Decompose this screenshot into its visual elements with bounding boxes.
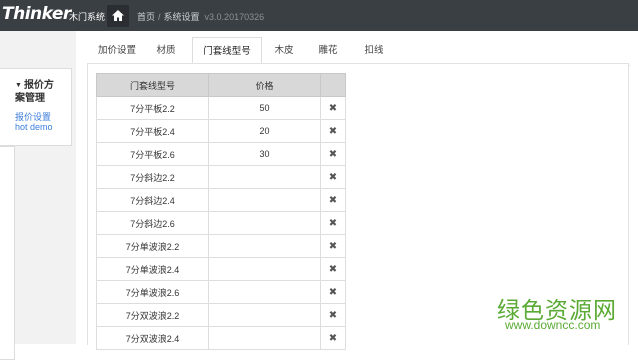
sidebar: ▼ 报价方 案管理 报价设置 hot demo [0, 31, 76, 360]
breadcrumb-current[interactable]: 系统设置 [164, 12, 200, 22]
caret-down-icon: ▼ [15, 82, 22, 89]
close-icon: ✖ [328, 125, 338, 137]
column-header-model: 门套线型号 [96, 73, 209, 97]
home-icon [112, 10, 124, 21]
delete-row-button[interactable]: ✖ [320, 142, 346, 166]
cell-price[interactable]: 50 [208, 96, 321, 120]
sidebar-lower-panel [0, 146, 15, 360]
cell-price[interactable] [208, 234, 321, 258]
table-row: 7分单波浪2.6 ✖ [96, 280, 346, 304]
system-name: 木门系统 [69, 12, 106, 22]
cell-price[interactable]: 30 [208, 142, 321, 166]
version-label: v3.0.20170326 [204, 12, 265, 22]
cell-price[interactable]: 20 [208, 119, 321, 143]
table-row: 7分平板2.2 50 ✖ [96, 96, 346, 120]
cell-model[interactable]: 7分平板2.6 [96, 142, 209, 166]
table-row: 7分单波浪2.4 ✖ [96, 257, 346, 281]
cell-price[interactable] [208, 188, 321, 212]
tab-material[interactable]: 材质 [146, 37, 186, 65]
tab-veneer[interactable]: 木皮 [266, 37, 302, 65]
delete-row-button[interactable]: ✖ [320, 234, 346, 258]
cell-model[interactable]: 7分斜边2.4 [96, 188, 209, 212]
cell-model[interactable]: 7分斜边2.6 [96, 211, 209, 235]
table-row: 7分双波浪2.2 ✖ [96, 303, 346, 327]
delete-row-button[interactable]: ✖ [320, 303, 346, 327]
breadcrumb-separator: / [158, 12, 161, 22]
delete-row-button[interactable]: ✖ [320, 257, 346, 281]
close-icon: ✖ [328, 309, 338, 321]
close-icon: ✖ [328, 217, 338, 229]
close-icon: ✖ [328, 263, 338, 275]
table-row: 7分斜边2.2 ✖ [96, 165, 346, 189]
close-icon: ✖ [328, 240, 338, 252]
close-icon: ✖ [328, 148, 338, 160]
cell-model[interactable]: 7分双波浪2.2 [96, 303, 209, 327]
table-row: 7分平板2.6 30 ✖ [96, 142, 346, 166]
delete-row-button[interactable]: ✖ [320, 280, 346, 304]
column-header-spacer [320, 73, 346, 97]
cell-model[interactable]: 7分斜边2.2 [96, 165, 209, 189]
cell-price[interactable] [208, 280, 321, 304]
tab-markup-settings[interactable]: 加价设置 [92, 37, 142, 65]
watermark-url: www.downcc.com [505, 318, 601, 332]
cell-price[interactable] [208, 211, 321, 235]
delete-row-button[interactable]: ✖ [320, 211, 346, 235]
delete-row-button[interactable]: ✖ [320, 96, 346, 120]
sidebar-group-title-line2: 案管理 [15, 93, 45, 104]
cell-model[interactable]: 7分单波浪2.6 [96, 280, 209, 304]
top-navbar: Thinker 木门系统 首页 / 系统设置 v3.0.20170326 [0, 0, 638, 31]
delete-row-button[interactable]: ✖ [320, 165, 346, 189]
delete-row-button[interactable]: ✖ [320, 119, 346, 143]
close-icon: ✖ [328, 102, 338, 114]
table-row: 7分平板2.4 20 ✖ [96, 119, 346, 143]
tab-bar: 加价设置 材质 门套线型号 木皮 雕花 扣线 [90, 37, 630, 67]
door-trim-table: 门套线型号 价格 7分平板2.2 50 ✖ 7分平板2.4 20 ✖ 7分平板2.6 30 ✖ 7… [96, 73, 346, 350]
cell-model[interactable]: 7分平板2.2 [96, 96, 209, 120]
sidebar-item-hot-demo[interactable]: hot demo [15, 122, 53, 132]
sidebar-menu-panel: ▼ 报价方 案管理 报价设置 hot demo [0, 68, 72, 146]
table-row: 7分双波浪2.4 ✖ [96, 326, 346, 350]
cell-price[interactable] [208, 303, 321, 327]
close-icon: ✖ [328, 286, 338, 298]
close-icon: ✖ [328, 194, 338, 206]
brand-logo[interactable]: Thinker [2, 4, 71, 24]
table-row: 7分单波浪2.2 ✖ [96, 234, 346, 258]
cell-model[interactable]: 7分单波浪2.4 [96, 257, 209, 281]
table-row: 7分斜边2.4 ✖ [96, 188, 346, 212]
cell-price[interactable] [208, 326, 321, 350]
close-icon: ✖ [328, 332, 338, 344]
cell-model[interactable]: 7分单波浪2.2 [96, 234, 209, 258]
tab-carving[interactable]: 雕花 [308, 37, 348, 65]
cell-price[interactable] [208, 165, 321, 189]
table-row: 7分斜边2.6 ✖ [96, 211, 346, 235]
delete-row-button[interactable]: ✖ [320, 326, 346, 350]
breadcrumb-home[interactable]: 首页 [137, 12, 155, 22]
tab-trim-line[interactable]: 扣线 [354, 37, 394, 65]
cell-model[interactable]: 7分平板2.4 [96, 119, 209, 143]
cell-model[interactable]: 7分双波浪2.4 [96, 326, 209, 350]
home-button[interactable] [107, 5, 129, 27]
delete-row-button[interactable]: ✖ [320, 188, 346, 212]
close-icon: ✖ [328, 171, 338, 183]
column-header-price: 价格 [208, 73, 321, 97]
table-header-row: 门套线型号 价格 [96, 73, 346, 97]
breadcrumb: 首页 / 系统设置 v3.0.20170326 [137, 10, 264, 23]
cell-price[interactable] [208, 257, 321, 281]
